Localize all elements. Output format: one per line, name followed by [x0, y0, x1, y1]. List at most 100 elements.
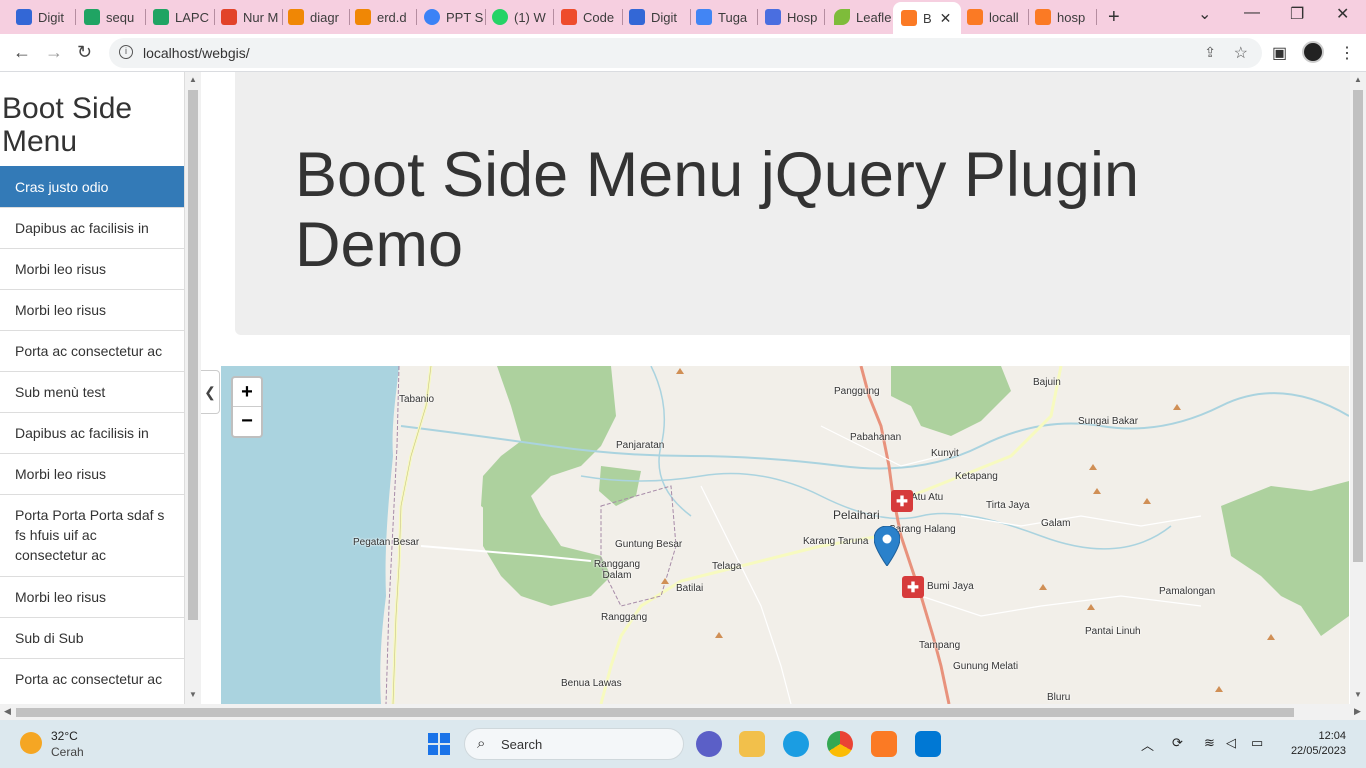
new-tab-button[interactable]: + — [1108, 6, 1120, 29]
system-clock[interactable]: 12:04 22/05/2023 — [1290, 729, 1346, 759]
taskbar-search[interactable]: ⌕ Search — [464, 728, 684, 760]
menu-item[interactable]: Porta ac consectetur ac — [0, 658, 184, 699]
windows-start-icon[interactable] — [428, 733, 450, 755]
browser-tab[interactable]: locall — [967, 4, 1029, 30]
map-tiles — [221, 366, 1349, 704]
scroll-up-arrow-icon[interactable]: ▲ — [1354, 75, 1362, 84]
map-label: Bumi Jaya — [927, 581, 974, 592]
profile-avatar[interactable] — [1302, 41, 1324, 63]
browser-tab[interactable]: Nur M — [221, 4, 283, 30]
map-label: Gunung Melati — [953, 661, 1019, 672]
zoom-out-button[interactable]: − — [233, 407, 261, 436]
browser-tab[interactable]: LAPC — [153, 4, 215, 30]
map-label: Benua Lawas — [561, 678, 622, 689]
menu-item[interactable]: Morbi leo risus — [0, 453, 184, 494]
file-explorer-icon[interactable] — [739, 731, 765, 757]
chrome-icon[interactable] — [827, 731, 853, 757]
menu-item[interactable]: Dapibus ac facilisis in — [0, 412, 184, 453]
teams-chat-icon[interactable] — [696, 731, 722, 757]
search-label: Search — [501, 737, 543, 752]
minimize-button[interactable]: — — [1244, 4, 1260, 22]
map-label: Pamalongan — [1159, 586, 1216, 597]
menu-item[interactable]: Dapibus ac facilisis in — [0, 207, 184, 248]
scrollbar-thumb[interactable] — [16, 708, 1294, 717]
browser-tab[interactable]: hosp — [1035, 4, 1097, 30]
menu-item[interactable]: Morbi leo risus — [0, 289, 184, 330]
codeigniter-icon — [561, 9, 577, 25]
browser-tab[interactable]: (1) W — [492, 4, 554, 30]
tab-search-icon[interactable]: ⌄ — [1198, 4, 1211, 24]
menu-item[interactable]: Sub di Sub — [0, 617, 184, 658]
weather-temperature[interactable]: 32°C — [51, 729, 78, 743]
map-label: Sungai Bakar — [1078, 416, 1139, 427]
side-menu-scrollbar[interactable]: ▲ ▼ — [185, 72, 201, 704]
leaflet-map[interactable]: Tabanio Panggung Bajuin Pabahanan Sungai… — [221, 366, 1349, 704]
chevron-up-icon[interactable]: ︿ — [1141, 735, 1154, 754]
leaflet-icon — [834, 9, 850, 25]
zoom-in-button[interactable]: + — [233, 378, 261, 407]
browser-tab[interactable]: erd.d — [355, 4, 417, 30]
map-label: Pelaihari — [833, 508, 880, 522]
browser-tab[interactable]: Tuga — [696, 4, 758, 30]
sync-icon[interactable]: ⟳ — [1172, 735, 1183, 751]
browser-tab[interactable]: Hosp — [765, 4, 825, 30]
location-pin-icon[interactable] — [874, 526, 900, 566]
weather-description[interactable]: Cerah — [51, 745, 84, 759]
scroll-right-arrow-icon[interactable]: ▶ — [1354, 706, 1361, 717]
battery-icon[interactable]: ▭ — [1251, 735, 1263, 751]
browser-tab[interactable]: PPT S — [424, 4, 486, 30]
browser-tab[interactable]: Digit — [629, 4, 691, 30]
map-label: Guntung Besar — [615, 539, 683, 550]
browser-tab[interactable]: sequ — [84, 4, 146, 30]
jumbotron: Boot Side Menu jQuery Plugin Demo — [235, 72, 1366, 335]
menu-item[interactable]: Cras justo odio — [0, 166, 184, 207]
search-icon: ⌕ — [477, 735, 486, 752]
scroll-left-arrow-icon[interactable]: ◀ — [4, 706, 11, 717]
browser-tab[interactable]: Code — [561, 4, 623, 30]
volume-icon[interactable]: ◁ — [1226, 735, 1236, 751]
digital-icon — [629, 9, 645, 25]
menu-item[interactable]: Morbi leo risus — [0, 576, 184, 617]
scroll-down-arrow-icon[interactable]: ▼ — [1354, 690, 1362, 699]
address-bar[interactable]: i localhost/webgis/ ⇪ ☆ — [109, 38, 1262, 68]
collapse-menu-button[interactable]: ❮ — [201, 370, 220, 414]
map-label: Batilai — [676, 583, 704, 594]
scroll-down-arrow-icon[interactable]: ▼ — [189, 690, 197, 699]
info-icon — [765, 9, 781, 25]
horizontal-scrollbar[interactable]: ◀ ▶ — [0, 704, 1366, 720]
browser-tab-strip: Digit sequ LAPC Nur M diagr erd.d PPT S … — [0, 0, 1366, 34]
bookmark-star-icon[interactable]: ☆ — [1234, 43, 1248, 63]
menu-item[interactable]: Porta ac consectetur ac — [0, 330, 184, 371]
browser-tab[interactable]: Digit — [16, 4, 76, 30]
menu-item[interactable]: Morbi leo risus — [0, 248, 184, 289]
share-icon[interactable]: ⇪ — [1204, 44, 1216, 61]
edge-icon[interactable] — [783, 731, 809, 757]
wifi-icon[interactable]: ≋ — [1204, 735, 1215, 751]
side-panel-icon[interactable]: ▣ — [1272, 43, 1287, 63]
weather-sun-icon[interactable] — [20, 732, 42, 754]
menu-item[interactable]: Porta Porta Porta sdaf s fs hfuis uif ac… — [0, 494, 184, 576]
forward-button[interactable]: → — [45, 42, 63, 63]
url-text[interactable]: localhost/webgis/ — [143, 45, 250, 61]
site-info-icon[interactable]: i — [119, 45, 133, 59]
vscode-icon[interactable] — [915, 731, 941, 757]
browser-tab[interactable]: diagr — [288, 4, 350, 30]
menu-icon[interactable]: ⋮ — [1339, 43, 1355, 63]
hospital-marker-icon[interactable]: ✚ — [891, 490, 913, 512]
scrollbar-thumb[interactable] — [188, 90, 198, 620]
browser-tab-active[interactable]: B ✕ — [893, 2, 961, 34]
page-scrollbar[interactable]: ▲ ▼ — [1350, 72, 1366, 704]
scroll-up-arrow-icon[interactable]: ▲ — [189, 75, 197, 84]
restore-button[interactable]: ❐ — [1290, 4, 1304, 24]
scrollbar-thumb[interactable] — [1353, 90, 1363, 562]
close-window-button[interactable]: ✕ — [1336, 4, 1349, 24]
hospital-marker-icon[interactable]: ✚ — [902, 576, 924, 598]
menu-item[interactable]: Sub menù test — [0, 371, 184, 412]
back-button[interactable]: ← — [13, 42, 31, 63]
close-tab-icon[interactable]: ✕ — [940, 10, 952, 27]
reload-button[interactable]: ↻ — [77, 42, 92, 63]
map-label: Atu Atu — [911, 492, 944, 503]
browser-tab[interactable]: Leafle — [834, 4, 894, 30]
xampp-icon[interactable] — [871, 731, 897, 757]
map-label: Pantai Linuh — [1085, 626, 1141, 637]
